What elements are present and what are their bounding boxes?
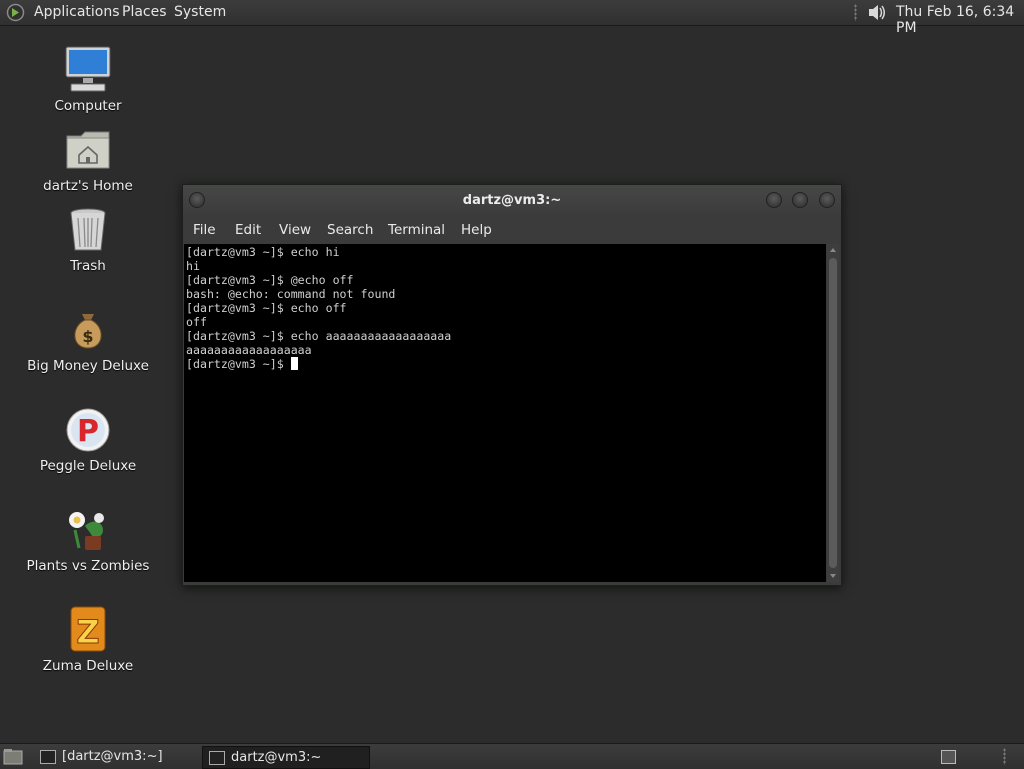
desktop-icon-label: Zuma Deluxe — [42, 658, 134, 674]
terminal-prompt: [dartz@vm3 ~]$ — [186, 357, 291, 371]
window-title: dartz@vm3:~ — [462, 193, 562, 208]
terminal-line: bash: @echo: command not found — [186, 287, 396, 301]
desktop-icon-label: Computer — [54, 98, 122, 114]
terminal-line: off — [186, 315, 207, 329]
top-panel: Applications Places System Thu Feb 16, 6… — [0, 0, 1024, 36]
terminal-scrollbar[interactable] — [827, 244, 839, 582]
bottom-panel: [dartz@vm3:~] dartz@vm3:~ — [0, 743, 1024, 769]
taskbar-item-active[interactable]: dartz@vm3:~ — [202, 746, 370, 769]
desktop-icon-label: dartz's Home — [43, 178, 133, 194]
desktop-icon-trash[interactable]: Trash — [8, 204, 168, 274]
desktop-icon-label: Plants vs Zombies — [26, 558, 150, 574]
svg-text:P: P — [77, 414, 99, 449]
desktop-icon-peggle[interactable]: P Peggle Deluxe — [8, 404, 168, 474]
minimize-button[interactable] — [766, 192, 782, 208]
desktop-icon-label: Peggle Deluxe — [39, 458, 137, 474]
svg-text:$: $ — [82, 327, 93, 346]
taskbar-item[interactable]: [dartz@vm3:~] — [34, 746, 194, 767]
menu-view[interactable]: View — [279, 222, 311, 238]
applications-menu[interactable]: Applications — [34, 4, 120, 20]
desktop-icon-zuma[interactable]: Z Zuma Deluxe — [8, 604, 168, 674]
scroll-down-icon[interactable] — [830, 574, 836, 578]
desktop-icon-computer[interactable]: Computer — [8, 44, 168, 114]
terminal-line: [dartz@vm3 ~]$ echo hi — [186, 245, 340, 259]
peggle-icon: P — [63, 404, 113, 454]
show-desktop-icon[interactable] — [3, 748, 23, 765]
terminal-output[interactable]: [dartz@vm3 ~]$ echo hi hi [dartz@vm3 ~]$… — [184, 244, 826, 582]
panel-grip[interactable] — [1003, 748, 1006, 765]
plants-vs-zombies-icon — [63, 504, 113, 554]
panel-grip[interactable] — [854, 4, 857, 21]
zuma-icon: Z — [63, 604, 113, 654]
menu-file[interactable]: File — [193, 222, 216, 238]
desktop-icon-home[interactable]: dartz's Home — [8, 124, 168, 194]
terminal-menubar: File Edit View Search Terminal Help — [183, 217, 841, 243]
computer-icon — [63, 44, 113, 94]
workspace-switcher[interactable] — [941, 750, 956, 764]
svg-text:Z: Z — [76, 613, 99, 651]
money-bag-icon: $ — [63, 304, 113, 354]
terminal-line: [dartz@vm3 ~]$ @echo off — [186, 273, 354, 287]
desktop-icon-big-money[interactable]: $ Big Money Deluxe — [8, 304, 168, 374]
menu-help[interactable]: Help — [461, 222, 492, 238]
desktop-icon-label: Trash — [70, 258, 106, 274]
menu-terminal[interactable]: Terminal — [388, 222, 445, 238]
text-cursor — [290, 357, 298, 370]
menu-edit[interactable]: Edit — [235, 222, 261, 238]
system-menu[interactable]: System — [174, 4, 226, 20]
desktop-icon-label: Big Money Deluxe — [27, 358, 149, 374]
home-folder-icon — [63, 124, 113, 174]
volume-icon[interactable] — [866, 2, 888, 23]
terminal-icon — [40, 750, 56, 764]
terminal-icon — [209, 751, 225, 765]
taskbar-item-label: dartz@vm3:~ — [231, 750, 322, 765]
clock[interactable]: Thu Feb 16, 6:34 PM — [896, 4, 1024, 36]
scroll-up-icon[interactable] — [830, 248, 836, 252]
terminal-line: aaaaaaaaaaaaaaaaaa — [186, 343, 312, 357]
terminal-line: [dartz@vm3 ~]$ echo aaaaaaaaaaaaaaaaaa — [186, 329, 452, 343]
scroll-thumb[interactable] — [829, 258, 837, 568]
applications-menu-icon[interactable] — [6, 3, 25, 22]
maximize-button[interactable] — [792, 192, 808, 208]
menu-search[interactable]: Search — [327, 222, 373, 238]
trash-icon — [63, 204, 113, 254]
window-titlebar[interactable]: dartz@vm3:~ — [183, 185, 841, 217]
terminal-line: [dartz@vm3 ~]$ echo off — [186, 301, 347, 315]
taskbar-item-label: [dartz@vm3:~] — [62, 749, 163, 764]
desktop-icon-plants-vs-zombies[interactable]: Plants vs Zombies — [8, 504, 168, 574]
close-button[interactable] — [819, 192, 835, 208]
places-menu[interactable]: Places — [122, 4, 167, 20]
terminal-line: hi — [186, 259, 200, 273]
terminal-window[interactable]: dartz@vm3:~ File Edit View Search Termin… — [182, 184, 842, 586]
